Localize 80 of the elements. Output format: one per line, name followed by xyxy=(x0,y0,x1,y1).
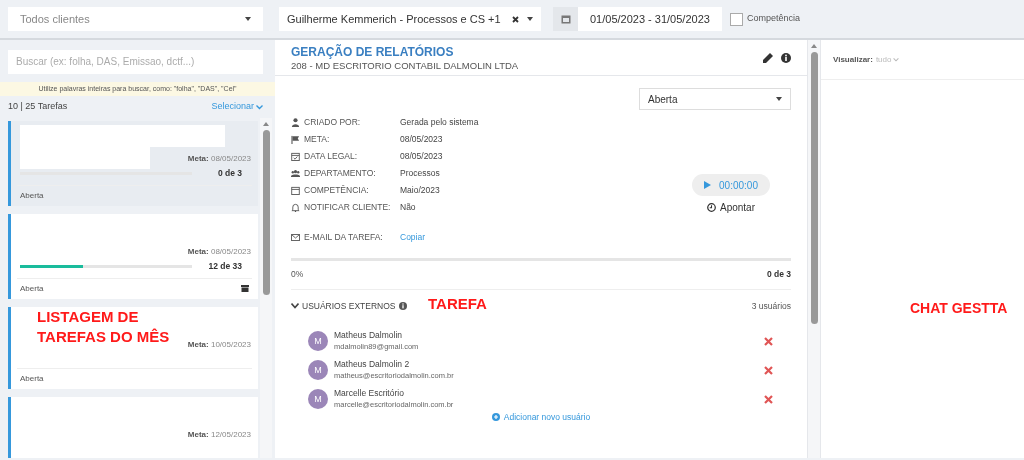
calendar-icon xyxy=(291,185,300,195)
competencia-checkbox[interactable] xyxy=(729,12,743,26)
clock-icon xyxy=(707,203,716,212)
progress-percent: 0% xyxy=(291,267,304,281)
client-name: 208 - MD ESCRITORIO CONTABIL DALMOLIN LTDA xyxy=(291,59,519,73)
calendar-icon xyxy=(291,151,300,161)
user-name: Marcelle Escritório xyxy=(334,388,405,400)
scrollbar[interactable] xyxy=(808,40,820,458)
detail-value: Maio/2023 xyxy=(400,183,440,197)
scrollbar[interactable] xyxy=(260,118,272,458)
task-count: 10 | 25 Tarefas xyxy=(8,100,68,114)
calendar-icon xyxy=(560,14,571,24)
task-meta: Meta: 12/05/2023 xyxy=(187,428,252,441)
users-icon xyxy=(291,168,300,178)
task-status: Aberta xyxy=(20,372,44,385)
user-icon xyxy=(291,117,300,127)
detail-label: E-MAIL DA TAREFA: xyxy=(304,231,384,244)
task-meta: Meta: 08/05/2023 xyxy=(187,245,252,258)
task-card[interactable]: Meta: 12/05/2023 xyxy=(8,396,258,458)
play-icon xyxy=(704,181,712,189)
caret-icon xyxy=(527,17,533,21)
task-meta: Meta: 10/05/2023 xyxy=(187,338,252,351)
detail-value: Processos xyxy=(400,166,440,180)
edit-icon[interactable] xyxy=(763,53,773,63)
annotation-label: CHAT GESTTA xyxy=(910,299,1008,318)
detail-value: 08/05/2023 xyxy=(400,132,443,146)
user-count: 3 usuários xyxy=(751,299,791,313)
progress-count: 0 de 3 xyxy=(217,167,243,180)
user-name: Matheus Dalmolin 2 xyxy=(334,359,411,371)
detail-value: 08/05/2023 xyxy=(400,149,443,163)
arrow-up-icon[interactable] xyxy=(811,44,817,48)
annotation-label: TAREFA xyxy=(428,294,487,314)
task-card[interactable]: Meta: 08/05/2023 12 de 33 Aberta xyxy=(8,213,258,299)
detail-label: COMPETÊNCIA: xyxy=(304,183,370,197)
envelope-icon xyxy=(291,233,300,241)
detail-value: Não xyxy=(400,200,416,214)
competencia-label: Competência xyxy=(746,12,800,26)
view-label: Visualizar: xyxy=(833,53,873,66)
section-title[interactable]: USUÁRIOS EXTERNOS xyxy=(302,299,396,313)
detail-value: Gerada pelo sistema xyxy=(400,115,479,129)
chevron-icon xyxy=(256,104,263,110)
task-card[interactable]: Meta: 08/05/2023 0 de 3 Aberta xyxy=(8,121,258,206)
detail-label: META: xyxy=(304,132,331,146)
clear-icon[interactable] xyxy=(512,15,519,23)
responsible-select[interactable]: Guilherme Kemmerich - Processos e CS +1 xyxy=(279,7,541,31)
task-card[interactable]: LISTAGEM DE TAREFAS DO MÊS Meta: 10/05/2023 Aberta xyxy=(8,306,258,389)
user-name: Matheus Dalmolin xyxy=(334,330,404,342)
bell-icon xyxy=(291,202,300,212)
annotation-label: LISTAGEM DE TAREFAS DO MÊS xyxy=(37,306,171,347)
remove-icon[interactable] xyxy=(764,365,773,375)
archive-icon[interactable] xyxy=(241,285,249,292)
caret-icon xyxy=(776,97,782,101)
user-avatar: M xyxy=(308,331,328,352)
arrow-up-icon[interactable] xyxy=(263,122,269,126)
remove-icon[interactable] xyxy=(764,336,773,346)
progress-count: 12 de 33 xyxy=(208,259,243,273)
plus-icon xyxy=(491,413,500,422)
task-title: GERAÇÃO DE RELATÓRIOS xyxy=(291,45,455,59)
task-status: Aberta xyxy=(20,282,44,295)
caret-icon xyxy=(245,17,251,21)
chevron-icon[interactable] xyxy=(291,302,299,309)
status-select[interactable]: Aberta xyxy=(639,88,791,110)
info-icon[interactable] xyxy=(398,301,407,310)
task-meta: Meta: 08/05/2023 xyxy=(187,153,252,165)
detail-label: CRIADO POR: xyxy=(304,115,362,129)
detail-label: NOTIFICAR CLIENTE: xyxy=(304,200,392,214)
search-field[interactable]: Buscar (ex: folha, DAS, Emissao, dctf...) xyxy=(8,49,263,74)
detail-label: DEPARTAMENTO: xyxy=(304,166,377,180)
progress-count: 0 de 3 xyxy=(766,267,791,281)
detail-label: DATA LEGAL: xyxy=(304,149,359,163)
user-avatar: M xyxy=(308,389,328,410)
remove-icon[interactable] xyxy=(764,394,773,404)
user-avatar: M xyxy=(308,360,328,381)
apontar-button[interactable]: Apontar xyxy=(707,200,755,215)
chevron-icon xyxy=(893,57,900,62)
date-range-field[interactable]: 01/05/2023 - 31/05/2023 xyxy=(578,7,722,31)
info-icon[interactable] xyxy=(781,53,791,63)
client-select[interactable]: Todos clientes xyxy=(8,7,263,31)
flag-icon xyxy=(291,134,300,144)
task-status: Aberta xyxy=(20,189,44,202)
